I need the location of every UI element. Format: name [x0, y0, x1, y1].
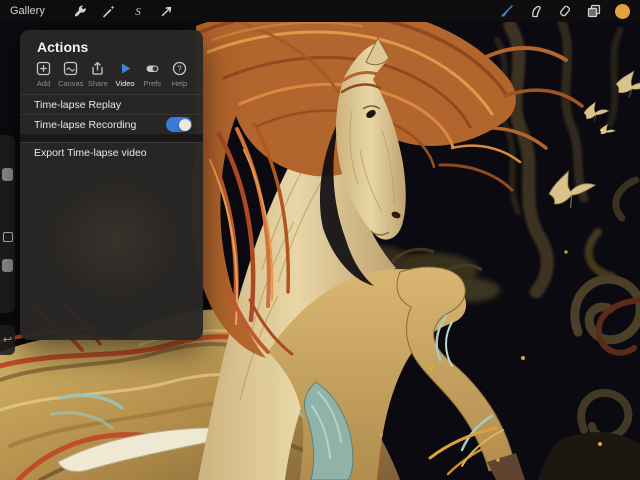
top-toolbar: Gallery S [0, 0, 640, 22]
canvas-wave-icon [63, 61, 78, 76]
timelapse-recording-row[interactable]: Time-lapse Recording [20, 114, 203, 134]
layers-icon [587, 4, 601, 18]
add-square-icon [36, 61, 51, 76]
wrench-icon [73, 4, 87, 18]
actions-tab-bar: Add Canvas Share Video [20, 59, 203, 94]
arrow-cursor-icon [160, 4, 174, 18]
timelapse-recording-toggle[interactable] [166, 117, 192, 132]
gallery-button[interactable]: Gallery [10, 5, 45, 17]
transform-tool-button[interactable] [160, 4, 175, 19]
paint-tool-button[interactable] [499, 4, 514, 19]
smudge-tool-button[interactable] [528, 4, 543, 19]
play-triangle-icon [118, 61, 133, 76]
s-curve-icon: S [131, 4, 145, 18]
layers-button[interactable] [586, 4, 601, 19]
share-up-icon [90, 61, 105, 76]
svg-text:?: ? [177, 64, 182, 73]
tab-share[interactable]: Share [84, 61, 111, 88]
tab-canvas[interactable]: Canvas [57, 61, 84, 88]
tab-help[interactable]: ? Help [166, 61, 193, 88]
tab-prefs[interactable]: Prefs [139, 61, 166, 88]
undo-button[interactable]: ↩ [0, 325, 15, 355]
procreate-app: Gallery S [0, 0, 640, 480]
panel-title: Actions [20, 30, 203, 59]
section-divider [20, 134, 203, 143]
smudge-finger-icon [529, 4, 543, 18]
erase-tool-button[interactable] [557, 4, 572, 19]
color-circle-icon[interactable] [615, 4, 630, 19]
question-circle-icon: ? [172, 61, 187, 76]
timelapse-replay-row[interactable]: Time-lapse Replay [20, 95, 203, 114]
video-menu: Time-lapse Replay Time-lapse Recording E… [20, 94, 203, 162]
toggle-knob [179, 119, 191, 131]
actions-tool-button[interactable] [73, 4, 88, 19]
opacity-slider[interactable] [2, 259, 13, 272]
brush-sidebar [0, 135, 15, 313]
export-timelapse-row[interactable]: Export Time-lapse video [20, 143, 203, 162]
brush-size-slider[interactable] [2, 168, 13, 181]
tab-video[interactable]: Video [112, 61, 139, 88]
brush-icon [500, 4, 514, 18]
selection-tool-button[interactable]: S [131, 4, 146, 19]
magic-wand-icon [102, 4, 116, 18]
undo-icon: ↩ [3, 335, 12, 346]
actions-panel: Actions Add Canvas Share [20, 30, 203, 340]
toggle-pill-icon [145, 61, 160, 76]
eraser-icon [558, 4, 572, 18]
tab-add[interactable]: Add [30, 61, 57, 88]
svg-text:S: S [136, 6, 142, 18]
adjustments-tool-button[interactable] [102, 4, 117, 19]
modify-button[interactable] [3, 232, 13, 242]
